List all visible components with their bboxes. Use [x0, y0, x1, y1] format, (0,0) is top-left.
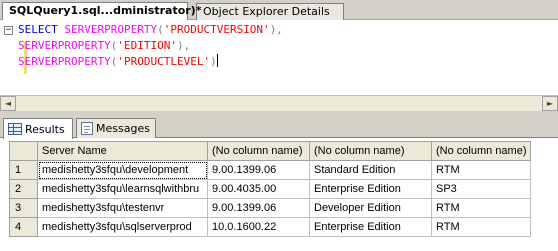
string-edition: 'EDITION'	[117, 39, 177, 52]
function-serverproperty: SERVERPROPERTY	[18, 39, 111, 52]
tab-sqlquery1-label: SQLQuery1.sql...dministrator)*	[9, 4, 202, 17]
table-cell[interactable]: 10.0.1600.22	[207, 217, 310, 237]
table-cell[interactable]: Enterprise Edition	[309, 217, 432, 237]
table-cell[interactable]: 9.00.1399.06	[207, 198, 310, 218]
tab-results[interactable]: Results	[3, 118, 73, 139]
tab-object-explorer-details[interactable]: Object Explorer Details	[196, 3, 344, 20]
table-cell[interactable]: medishetty3sfqu\development	[37, 160, 208, 180]
table-cell[interactable]: medishetty3sfqu\learnsqlwithbru	[37, 179, 208, 199]
tab-sqlquery1[interactable]: SQLQuery1.sql...dministrator)*	[2, 2, 201, 20]
tab-object-explorer-details-label: Object Explorer Details	[203, 5, 330, 18]
results-grid: Server Name (No column name) (No column …	[9, 141, 532, 237]
table-cell[interactable]: 9.00.1399.06	[207, 160, 310, 180]
table-cell[interactable]: Standard Edition	[309, 160, 432, 180]
function-serverproperty: SERVERPROPERTY	[64, 23, 158, 36]
paren-close: ),	[269, 23, 283, 36]
row-number[interactable]: 3	[9, 198, 38, 218]
message-icon	[81, 122, 93, 135]
scroll-right-arrow-icon[interactable]: ►	[542, 96, 558, 111]
table-cell[interactable]: Developer Edition	[309, 198, 432, 218]
row-number[interactable]: 1	[9, 160, 38, 180]
paren-close: ),	[176, 39, 191, 52]
column-header[interactable]: (No column name)	[430, 141, 532, 161]
table-row: 2 medishetty3sfqu\learnsqlwithbru 9.00.4…	[9, 179, 532, 199]
column-header[interactable]: (No column name)	[207, 141, 310, 161]
tab-messages[interactable]: Messages	[76, 118, 156, 138]
table-cell[interactable]: RTM	[430, 160, 532, 180]
table-row: 4 medishetty3sfqu\sqlserverprod 10.0.160…	[9, 217, 532, 237]
table-cell[interactable]: medishetty3sfqu\testenvr	[37, 198, 208, 218]
row-number-header[interactable]	[9, 141, 38, 161]
string-productlevel: 'PRODUCTLEVEL'	[117, 55, 211, 68]
table-cell[interactable]: RTM	[430, 198, 532, 218]
code-line-2: SERVERPROPERTY('EDITION'),	[18, 38, 190, 54]
paren-close: )	[210, 55, 217, 68]
code-line-3: SERVERPROPERTY('PRODUCTLEVEL')	[18, 54, 218, 70]
paren-open: (	[157, 23, 164, 36]
tab-messages-label: Messages	[96, 122, 150, 135]
table-row: 3 medishetty3sfqu\testenvr 9.00.1399.06 …	[9, 198, 532, 218]
function-serverproperty: SERVERPROPERTY	[18, 55, 111, 68]
tab-results-label: Results	[25, 122, 65, 136]
code-line-1: SELECT SERVERPROPERTY('PRODUCTVERSION'),	[18, 22, 283, 38]
grid-header-row: Server Name (No column name) (No column …	[9, 141, 532, 161]
text-caret	[216, 54, 218, 67]
table-cell[interactable]: Enterprise Edition	[309, 179, 432, 199]
table-cell[interactable]: RTM	[430, 217, 532, 237]
keyword-select: SELECT	[18, 23, 58, 36]
editor-horizontal-scrollbar[interactable]: ◄ ►	[0, 95, 558, 111]
row-number[interactable]: 2	[9, 179, 38, 199]
table-row: 1 medishetty3sfqu\development 9.00.1399.…	[9, 160, 532, 180]
row-number[interactable]: 4	[9, 217, 38, 237]
column-header[interactable]: (No column name)	[309, 141, 432, 161]
table-cell[interactable]: SP3	[430, 179, 532, 199]
results-tab-strip: Results Messages	[0, 116, 558, 139]
results-grid-area: Server Name (No column name) (No column …	[0, 138, 558, 251]
document-tab-strip: SQLQuery1.sql...dministrator)* Object Ex…	[0, 0, 558, 20]
table-cell[interactable]: medishetty3sfqu\sqlserverprod	[37, 217, 208, 237]
grid-icon	[8, 123, 22, 135]
query-editor[interactable]: − SELECT SERVERPROPERTY('PRODUCTVERSION'…	[0, 20, 558, 94]
column-header[interactable]: Server Name	[37, 141, 208, 161]
collapse-icon[interactable]: −	[4, 26, 13, 35]
table-cell[interactable]: 9.00.4035.00	[207, 179, 310, 199]
string-productversion: 'PRODUCTVERSION'	[163, 23, 270, 36]
scroll-left-arrow-icon[interactable]: ◄	[0, 96, 16, 111]
